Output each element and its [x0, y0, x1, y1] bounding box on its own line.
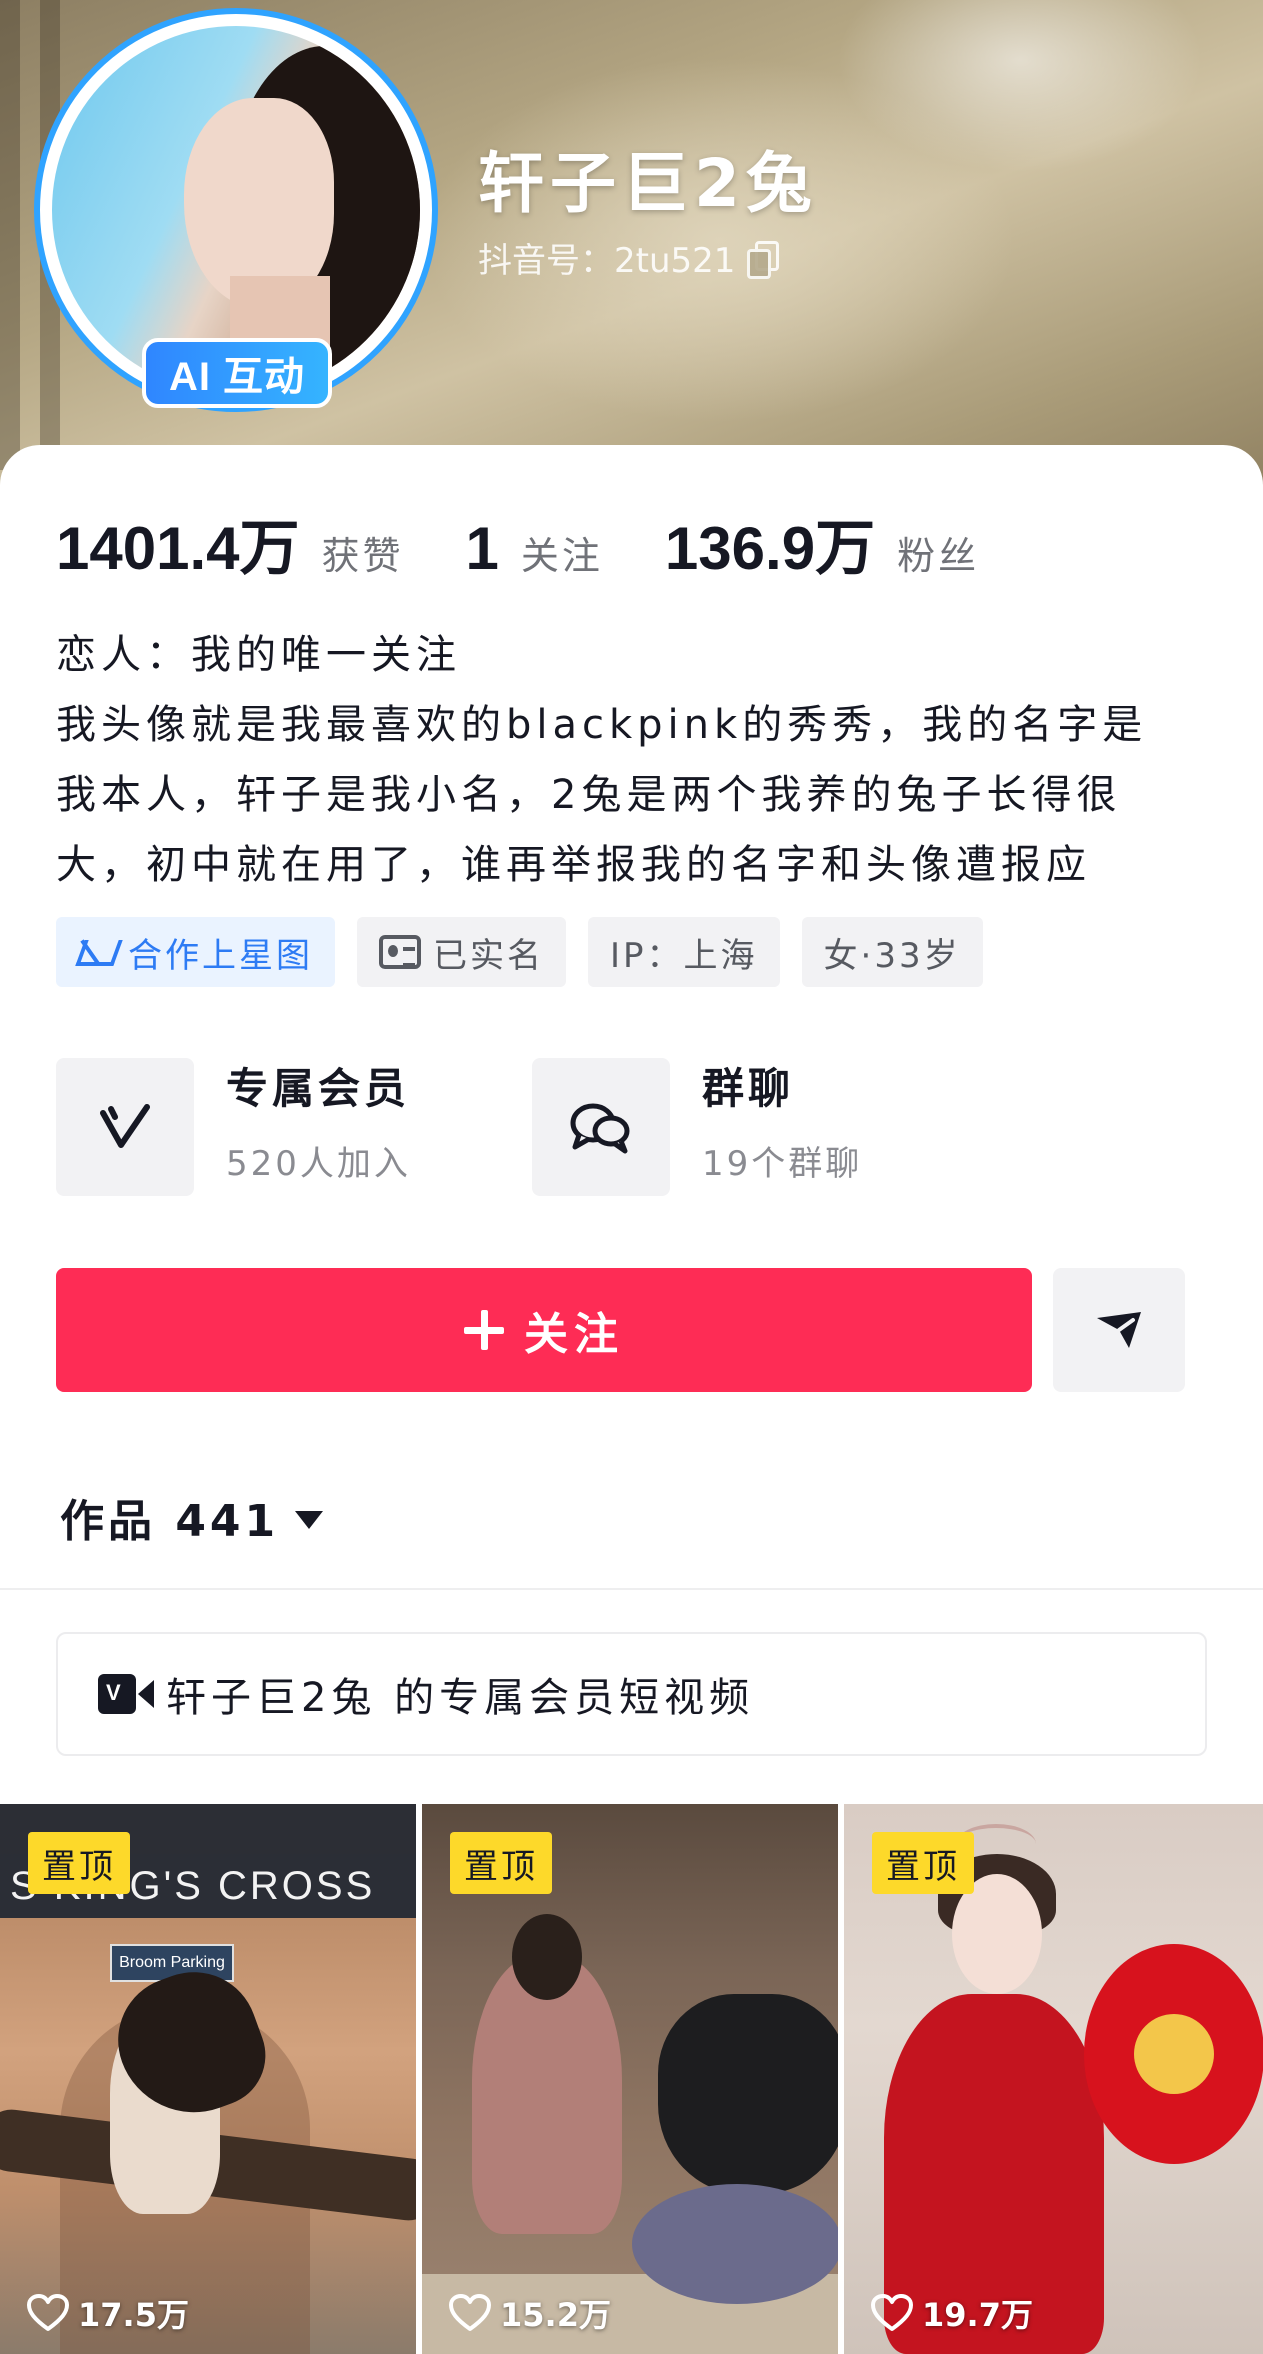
send-button[interactable]: [1053, 1268, 1185, 1392]
bio-line: 大，初中就在用了，谁再举报我的名字和头像遭报应: [56, 842, 1091, 888]
features-row: 专属会员 520人加入 群聊 19个群聊: [56, 1058, 1008, 1196]
thumbnail-decoration: [658, 1994, 838, 2194]
member-title: 专属会员: [226, 1064, 411, 1113]
bio[interactable]: 恋人：我的唯一关注 我头像就是我最喜欢的blackpink的秀秀，我的名字是 我…: [56, 620, 1216, 900]
video-thumbnail[interactable]: 置顶 19.7万: [844, 1804, 1263, 2354]
send-icon: [1097, 1312, 1141, 1348]
following-count[interactable]: 1: [466, 514, 499, 583]
like-count-text: 17.5万: [78, 2296, 189, 2334]
thumbnail-decoration: [632, 2184, 838, 2304]
group-chat-title: 群聊: [702, 1064, 795, 1113]
chat-bubbles-icon: [532, 1058, 670, 1196]
following-label: 关注: [520, 534, 603, 578]
copy-icon[interactable]: [745, 240, 780, 279]
vip-v-icon: [56, 1058, 194, 1196]
works-tab[interactable]: 作品 441: [60, 1485, 324, 1549]
divider: [0, 1588, 1263, 1590]
thumbnail-decoration: [512, 1914, 582, 2000]
ip-tag: IP：上海: [588, 917, 780, 987]
heart-icon: [27, 2294, 69, 2331]
thumbnail-decoration: [1134, 2014, 1214, 2094]
star-map-icon: [78, 936, 116, 968]
likes-count[interactable]: 1401.4万: [56, 500, 300, 587]
followers-label: 粉丝: [897, 534, 980, 578]
plus-icon: [464, 1310, 504, 1350]
heart-icon: [871, 2294, 913, 2331]
group-chat-entry[interactable]: 群聊 19个群聊: [532, 1058, 1008, 1196]
verified-tag[interactable]: 已实名: [357, 917, 566, 987]
stats-row: 1401.4万 获赞 1 关注 136.9万 粉丝: [56, 500, 979, 587]
id-card-icon: [379, 935, 421, 969]
member-bar-label: 轩子巨2兔 的专属会员短视频: [166, 1675, 755, 1721]
tags-row: 合作上星图 已实名 IP：上海 女·33岁: [56, 917, 983, 987]
video-thumbnail[interactable]: 置顶 15.2万: [422, 1804, 838, 2354]
like-count: 15.2万: [448, 2290, 611, 2336]
pinned-badge: 置顶: [872, 1832, 974, 1894]
bio-line: 我头像就是我最喜欢的blackpink的秀秀，我的名字是: [56, 702, 1148, 748]
bio-line: 我本人，轩子是我小名，2兔是两个我养的兔子长得很: [56, 772, 1122, 818]
verified-label: 已实名: [433, 935, 544, 976]
bio-line: 恋人：我的唯一关注: [56, 632, 461, 678]
gender-age-tag: 女·33岁: [801, 917, 983, 987]
star-map-label: 合作上星图: [128, 935, 313, 976]
pinned-badge: 置顶: [28, 1832, 130, 1894]
works-label: 作品 441: [60, 1496, 280, 1547]
followers-count[interactable]: 136.9万: [665, 500, 875, 587]
heart-icon: [449, 2294, 491, 2331]
member-video-icon: V: [98, 1674, 154, 1714]
exclusive-member-entry[interactable]: 专属会员 520人加入: [56, 1058, 532, 1196]
group-chat-subtitle: 19个群聊: [702, 1144, 863, 1184]
likes-label: 获赞: [321, 534, 404, 578]
like-count: 17.5万: [26, 2290, 189, 2336]
cover-decoration: [0, 0, 20, 470]
member-videos-bar[interactable]: V 轩子巨2兔 的专属会员短视频: [56, 1632, 1207, 1756]
star-map-tag[interactable]: 合作上星图: [56, 917, 335, 987]
follow-button[interactable]: 关注: [56, 1268, 1032, 1392]
video-grid: S KING'S CROSS Broom Parking 置顶 17.5万 置顶…: [0, 1804, 1263, 2354]
dropdown-triangle-icon: [295, 1511, 324, 1529]
douyin-id[interactable]: 抖音号：2tu521: [478, 233, 780, 282]
video-thumbnail[interactable]: S KING'S CROSS Broom Parking 置顶 17.5万: [0, 1804, 416, 2354]
like-count: 19.7万: [870, 2290, 1033, 2336]
ai-interaction-badge[interactable]: AI 互动: [142, 338, 332, 408]
pinned-badge: 置顶: [450, 1832, 552, 1894]
like-count-text: 19.7万: [922, 2296, 1033, 2334]
follow-label: 关注: [524, 1309, 624, 1360]
like-count-text: 15.2万: [500, 2296, 611, 2334]
member-subtitle: 520人加入: [226, 1144, 411, 1184]
profile-name: 轩子巨2兔: [478, 145, 818, 222]
douyin-id-text: 抖音号：2tu521: [478, 241, 736, 281]
